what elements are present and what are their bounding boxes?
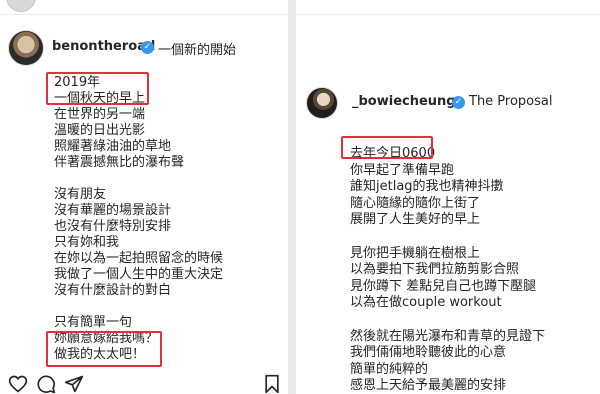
verified-badge-icon: ✓ bbox=[141, 41, 154, 54]
right-caption-line: 感恩上天給予最美麗的安排 bbox=[350, 378, 507, 394]
right-blank-line bbox=[350, 312, 545, 329]
left-header-text: 一個新的開始 bbox=[158, 43, 237, 58]
right-profile-avatar[interactable] bbox=[306, 87, 338, 119]
left-caption-line: 在妳以為一起拍照留念的時候 bbox=[54, 251, 224, 266]
right-caption-line: 你早起了準備早跑 bbox=[350, 162, 455, 178]
left-caption-line: 沒有朋友 bbox=[54, 187, 107, 202]
right-caption-line: 以為要拍下我們拉筋剪影合照 bbox=[350, 262, 520, 278]
right-caption-line: 我們倆倆地聆聽彼此的心意 bbox=[350, 345, 507, 361]
right-caption-line: 簡單的純粹的 bbox=[350, 361, 429, 377]
bookmark-icon[interactable] bbox=[262, 374, 282, 394]
heart-icon[interactable] bbox=[8, 374, 28, 394]
previous-post-edge bbox=[0, 0, 288, 15]
right-header-text: The Proposal bbox=[469, 94, 553, 109]
previous-post-edge-right bbox=[296, 0, 600, 15]
left-caption-line: 伴著震撼無比的瀑布聲 bbox=[54, 155, 185, 170]
comment-icon[interactable] bbox=[36, 374, 56, 394]
right-caption-line: 以為在做couple workout bbox=[350, 295, 502, 311]
right-caption-line: 見你把手機躺在樹根上 bbox=[350, 245, 481, 261]
right-caption-line: 展開了人生美好的早上 bbox=[350, 212, 481, 228]
previous-avatar-edge bbox=[6, 0, 36, 12]
left-caption-line: 只有妳和我 bbox=[54, 235, 120, 250]
left-post-panel: benontheroad ✓ 一個新的開始 2019年 一個秋天的早上 在世界的另一… bbox=[0, 0, 288, 394]
left-post-header: benontheroad ✓ 一個新的開始 bbox=[0, 30, 288, 70]
left-caption-line: 溫暖的日出光影 bbox=[54, 123, 146, 138]
right-caption-line: 然後就在陽光瀑布和青草的見證下 bbox=[350, 328, 546, 344]
right-username[interactable]: _bowiecheung bbox=[352, 94, 456, 109]
right-post-panel: _bowiecheung ✓ The Proposal 去年今日0600 你早起了… bbox=[296, 0, 600, 394]
left-caption-line: 只有簡單一句 bbox=[54, 315, 133, 330]
left-caption-line: 照耀著綠油油的草地 bbox=[54, 139, 172, 154]
highlight-box-proposal bbox=[46, 331, 162, 367]
left-caption-line: 在世界的另一端 bbox=[54, 107, 146, 122]
share-icon[interactable] bbox=[64, 374, 84, 394]
left-blank-line bbox=[54, 299, 223, 315]
left-caption-line: 沒有華麗的場景設計 bbox=[54, 203, 172, 218]
highlight-box-date bbox=[46, 72, 149, 105]
left-profile-avatar[interactable] bbox=[8, 30, 44, 66]
left-caption-line: 沒有什麼設計的對白 bbox=[54, 283, 172, 298]
right-caption-line: 隨心隨緣的隨你上街了 bbox=[350, 195, 481, 211]
highlight-box-anniversary bbox=[341, 136, 433, 159]
right-blank-line bbox=[350, 229, 545, 246]
right-caption-line: 誰知jetlag的我也精神抖擻 bbox=[350, 179, 504, 195]
right-caption: 去年今日0600 你早起了準備早跑 誰知jetlag的我也精神抖擻 隨心隨緣的隨你上街… bbox=[350, 146, 545, 394]
left-blank-line bbox=[54, 171, 223, 187]
left-post-actions bbox=[0, 372, 288, 394]
verified-badge-icon: ✓ bbox=[452, 96, 465, 109]
left-username[interactable]: benontheroad bbox=[52, 39, 155, 54]
left-caption: 2019年 一個秋天的早上 在世界的另一端 溫暖的日出光影 照耀著綠油油的草地 伴著震撼無… bbox=[54, 75, 223, 363]
right-caption-line: 見你蹲下 差點兒自己也蹲下壓腿 bbox=[350, 278, 537, 294]
left-caption-line: 也沒有什麼特別安排 bbox=[54, 219, 172, 234]
left-caption-line: 我做了一個人生中的重大決定 bbox=[54, 267, 224, 282]
